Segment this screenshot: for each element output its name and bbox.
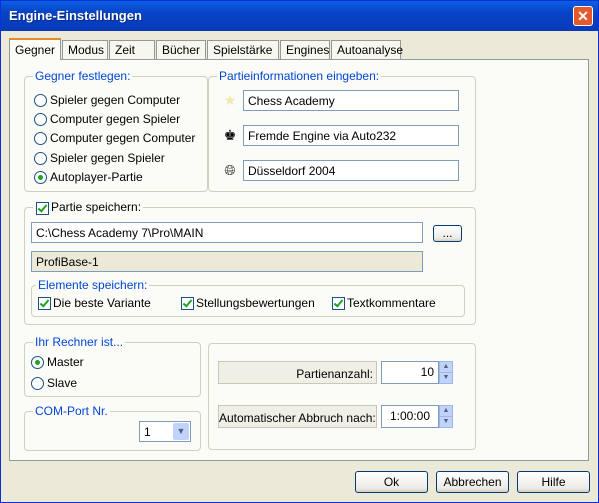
comport-value: 1 bbox=[144, 425, 151, 439]
players-input[interactable]: Fremde Engine via Auto232 bbox=[243, 125, 459, 146]
spin-down-icon[interactable]: ▼ bbox=[440, 373, 452, 384]
spin-up-icon[interactable]: ▲ bbox=[440, 362, 452, 373]
radio-label: Spieler gegen Computer bbox=[50, 93, 181, 107]
window-title: Engine-Einstellungen bbox=[9, 8, 142, 23]
title-bar[interactable]: Engine-Einstellungen ✕ bbox=[1, 1, 598, 31]
comport-select[interactable]: 1 ▼ bbox=[139, 421, 191, 442]
browse-button[interactable]: ... bbox=[433, 225, 462, 242]
abbruch-spinner[interactable]: ▲ ▼ bbox=[439, 405, 453, 428]
cancel-button[interactable]: Abbrechen bbox=[436, 471, 509, 493]
match-group: Partienanzahl: 10 ▲ ▼ Automatischer Abbr… bbox=[208, 343, 476, 450]
radio-circle-selected bbox=[31, 356, 44, 369]
abbruch-input[interactable]: 1:00:00 bbox=[381, 405, 439, 428]
tab-buecher[interactable]: Bücher bbox=[156, 40, 206, 59]
radio-label: Computer gegen Computer bbox=[50, 131, 196, 145]
radio-circle bbox=[34, 113, 47, 126]
event-input[interactable]: Chess Academy bbox=[243, 90, 459, 111]
speichern-checkbox[interactable] bbox=[36, 202, 49, 215]
radio-label: Autoplayer-Partie bbox=[50, 170, 143, 184]
speichern-group-label: Partie speichern: bbox=[33, 200, 144, 214]
partienanzahl-label: Partienanzahl: bbox=[218, 361, 377, 384]
beste-variante-checkbox[interactable] bbox=[38, 297, 51, 310]
radio-circle bbox=[34, 94, 47, 107]
tab-zeit[interactable]: Zeit bbox=[109, 40, 155, 59]
stellungsbewertungen-checkbox[interactable] bbox=[181, 297, 194, 310]
stellungsbewertungen-label: Stellungsbewertungen bbox=[196, 296, 315, 310]
radio-label: Spieler gegen Spieler bbox=[50, 151, 165, 165]
dialog-window: Engine-Einstellungen ✕ Gegner Modus Zeit… bbox=[0, 0, 599, 503]
database-field: ProfiBase-1 bbox=[31, 251, 423, 272]
comport-group: COM-Port Nr. 1 ▼ bbox=[24, 404, 201, 451]
spin-up-icon[interactable]: ▲ bbox=[440, 406, 452, 417]
spin-down-icon[interactable]: ▼ bbox=[440, 417, 452, 428]
comport-group-label: COM-Port Nr. bbox=[33, 404, 110, 418]
tab-panel-gegner: Gegner festlegen: Spieler gegen Computer… bbox=[9, 59, 589, 461]
elemente-group: Elemente speichern: Die beste Variante S… bbox=[31, 278, 465, 317]
radio-circle bbox=[34, 152, 47, 165]
path-input[interactable]: C:\Chess Academy 7\Pro\MAIN bbox=[31, 222, 423, 243]
radio-label: Slave bbox=[47, 376, 78, 390]
textkommentare-checkbox[interactable] bbox=[332, 297, 345, 310]
textkommentare-label: Textkommentare bbox=[347, 296, 436, 310]
help-button[interactable]: Hilfe bbox=[517, 471, 590, 493]
ok-button[interactable]: Ok bbox=[355, 471, 428, 493]
close-button[interactable]: ✕ bbox=[573, 6, 593, 26]
radio-circle bbox=[34, 132, 47, 145]
radio-label: Master bbox=[47, 355, 84, 369]
radio-label: Computer gegen Spieler bbox=[50, 112, 181, 126]
radio-circle-selected bbox=[34, 171, 47, 184]
globe-icon: 🌐︎ bbox=[224, 162, 236, 178]
partienanzahl-input[interactable]: 10 bbox=[381, 361, 439, 384]
star-icon: ★ bbox=[223, 92, 237, 108]
location-input[interactable]: Düsseldorf 2004 bbox=[243, 160, 459, 181]
gegner-group-label: Gegner festlegen: bbox=[33, 69, 133, 83]
tab-spielstaerke[interactable]: Spielstärke bbox=[207, 40, 279, 59]
rechner-group-label: Ihr Rechner ist... bbox=[33, 335, 126, 349]
partienanzahl-spinner[interactable]: ▲ ▼ bbox=[439, 361, 453, 384]
tab-autoanalyse[interactable]: Autoanalyse bbox=[331, 40, 403, 59]
rechner-group: Ihr Rechner ist... Master Slave bbox=[24, 335, 201, 397]
partieinfo-group: Partieinformationen eingeben: ★ Chess Ac… bbox=[208, 69, 476, 192]
elemente-group-label: Elemente speichern: bbox=[36, 278, 150, 292]
gegner-group: Gegner festlegen: Spieler gegen Computer… bbox=[24, 69, 208, 192]
tab-engines[interactable]: Engines bbox=[280, 40, 330, 59]
radio-circle bbox=[31, 377, 44, 390]
beste-variante-label: Die beste Variante bbox=[53, 296, 151, 310]
tab-modus[interactable]: Modus bbox=[62, 40, 108, 59]
tab-gegner[interactable]: Gegner bbox=[9, 38, 61, 60]
speichern-group: Partie speichern: C:\Chess Academy 7\Pro… bbox=[24, 200, 476, 325]
abbruch-label: Automatischer Abbruch nach: bbox=[218, 405, 377, 428]
partieinfo-group-label: Partieinformationen eingeben: bbox=[217, 69, 382, 83]
chevron-down-icon[interactable]: ▼ bbox=[173, 423, 189, 440]
chess-pieces-icon: ♚ bbox=[223, 127, 237, 143]
